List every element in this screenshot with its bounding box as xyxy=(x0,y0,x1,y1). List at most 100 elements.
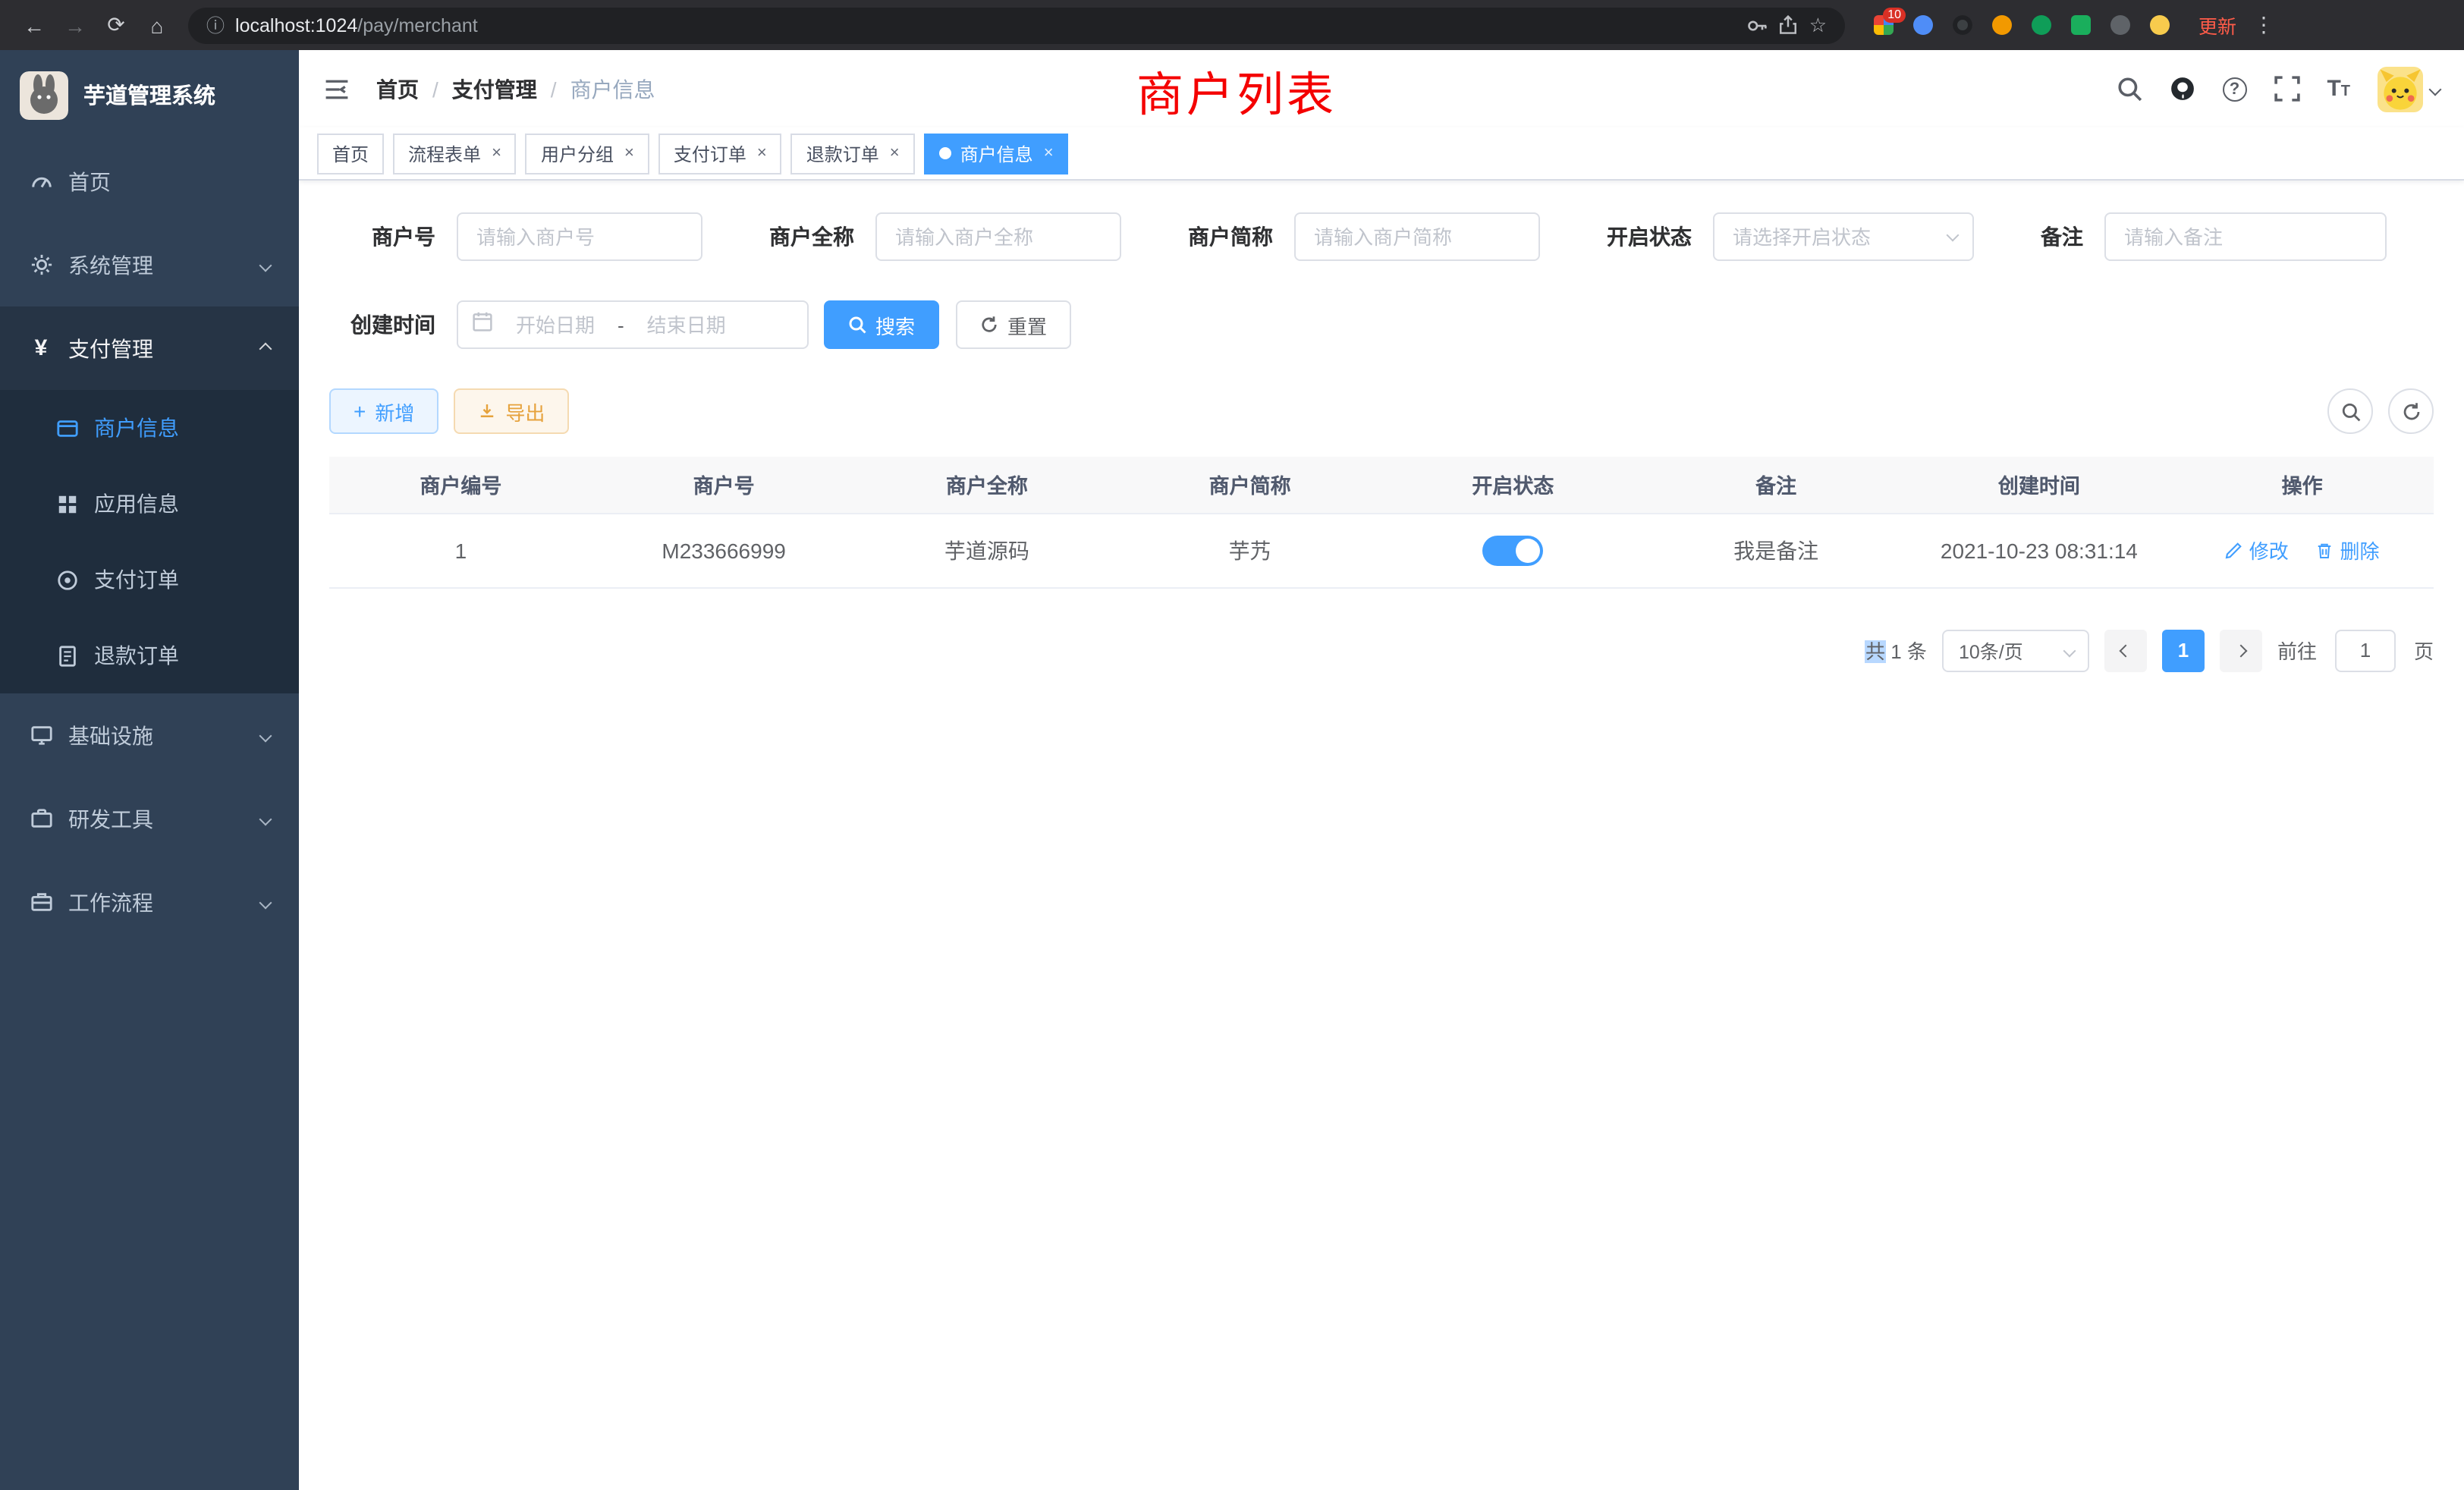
tab-pay-orders[interactable]: 支付订单× xyxy=(658,133,782,174)
add-button-label: 新增 xyxy=(375,397,414,426)
refresh-button[interactable] xyxy=(2388,388,2434,434)
share-icon[interactable] xyxy=(1779,15,1799,35)
toggle-search-button[interactable] xyxy=(2327,388,2373,434)
sidebar-item-label: 系统管理 xyxy=(68,250,153,280)
start-date-input[interactable] xyxy=(501,313,610,336)
edit-button[interactable]: 修改 xyxy=(2225,536,2289,564)
short-name-input[interactable] xyxy=(1294,212,1540,261)
dashboard-icon xyxy=(29,169,53,193)
chevron-down-icon xyxy=(2063,644,2076,657)
page-size-select[interactable]: 10条/页 xyxy=(1942,629,2089,671)
extension-grid-icon[interactable]: 10 xyxy=(1871,13,1895,37)
sidebar-item-refund-orders[interactable]: 退款订单 xyxy=(0,618,299,693)
tab-close-icon[interactable]: × xyxy=(890,144,900,162)
extension-icon[interactable] xyxy=(2107,13,2132,37)
search-button-label: 搜索 xyxy=(875,310,915,339)
status-toggle[interactable] xyxy=(1482,535,1543,565)
tab-home[interactable]: 首页 xyxy=(317,133,384,174)
sidebar-item-app-info[interactable]: 应用信息 xyxy=(0,466,299,542)
card-icon xyxy=(55,416,79,440)
tags-view-bar: 首页 流程表单× 用户分组× 支付订单× 退款订单× 商户信息× xyxy=(299,127,2464,181)
tab-close-icon[interactable]: × xyxy=(1044,144,1054,162)
sidebar-item-home[interactable]: 首页 xyxy=(0,140,299,223)
extension-icon[interactable] xyxy=(2029,13,2053,37)
key-icon[interactable] xyxy=(1747,14,1768,36)
reset-button[interactable]: 重置 xyxy=(956,300,1071,349)
sidebar-item-workflow[interactable]: 工作流程 xyxy=(0,860,299,944)
column-header-remark: 备注 xyxy=(1645,457,1908,513)
search-icon[interactable] xyxy=(2116,76,2142,102)
status-select[interactable] xyxy=(1713,212,1974,261)
bookmark-star-icon[interactable]: ☆ xyxy=(1809,13,1827,37)
page-unit-label: 页 xyxy=(2414,636,2434,665)
url-text: localhost:1024/pay/merchant xyxy=(235,14,478,36)
sidebar-item-pay-orders[interactable]: 支付订单 xyxy=(0,542,299,618)
extension-icon[interactable] xyxy=(2147,13,2171,37)
table-row: 1 M233666999 芋道源码 芋艿 我是备注 2021-10-23 08:… xyxy=(329,513,2434,587)
tab-close-icon[interactable]: × xyxy=(624,144,634,162)
tab-process-form[interactable]: 流程表单× xyxy=(393,133,517,174)
extension-icon[interactable] xyxy=(2068,13,2092,37)
tab-label: 首页 xyxy=(332,140,369,166)
goto-page-input[interactable] xyxy=(2335,629,2396,671)
merchant-no-input[interactable] xyxy=(457,212,702,261)
font-size-icon[interactable]: TT xyxy=(2327,77,2350,100)
breadcrumb-home[interactable]: 首页 xyxy=(376,74,419,104)
column-header-short-name: 商户简称 xyxy=(1118,457,1381,513)
home-icon[interactable]: ⌂ xyxy=(138,6,176,44)
page-button-1[interactable]: 1 xyxy=(2162,629,2205,671)
browser-menu-icon[interactable]: ⋮ xyxy=(2253,12,2274,38)
filter-create-time: 创建时间 - xyxy=(329,300,809,349)
export-button[interactable]: 导出 xyxy=(454,388,569,434)
extension-icon[interactable] xyxy=(1989,13,2013,37)
full-name-input[interactable] xyxy=(875,212,1121,261)
gear-icon xyxy=(29,253,53,277)
remark-input[interactable] xyxy=(2104,212,2387,261)
sidebar-item-infrastructure[interactable]: 基础设施 xyxy=(0,693,299,777)
filter-row-2: 创建时间 - 搜索 重置 xyxy=(329,300,2434,349)
tab-refund-orders[interactable]: 退款订单× xyxy=(791,133,915,174)
chrome-update-button[interactable]: 更新 xyxy=(2198,11,2236,39)
tab-merchant-info[interactable]: 商户信息× xyxy=(924,133,1069,174)
sidebar-item-merchant-info[interactable]: 商户信息 xyxy=(0,390,299,466)
filter-row-1: 商户号 商户全称 商户简称 开启状态 xyxy=(329,212,2434,261)
help-icon[interactable]: ? xyxy=(2222,77,2246,101)
github-icon[interactable] xyxy=(2169,76,2195,102)
delete-button[interactable]: 删除 xyxy=(2316,536,2380,564)
address-bar[interactable]: ⓘ localhost:1024/pay/merchant ☆ xyxy=(188,7,1845,43)
end-date-input[interactable] xyxy=(632,313,741,336)
site-info-icon[interactable]: ⓘ xyxy=(206,12,225,38)
breadcrumb-payment[interactable]: 支付管理 xyxy=(452,74,537,104)
column-header-id: 商户编号 xyxy=(329,457,592,513)
forward-icon[interactable]: → xyxy=(56,6,94,44)
next-page-button[interactable] xyxy=(2220,629,2262,671)
back-icon[interactable]: ← xyxy=(15,6,53,44)
sidebar-item-payment[interactable]: ¥ 支付管理 xyxy=(0,306,299,390)
app-logo[interactable]: 芋道管理系统 xyxy=(0,50,299,140)
user-avatar[interactable] xyxy=(2378,66,2440,112)
date-range-picker[interactable]: - xyxy=(457,300,809,349)
toolbar-right xyxy=(2327,388,2434,434)
sidebar-item-devtools[interactable]: 研发工具 xyxy=(0,777,299,860)
extension-icon[interactable] xyxy=(1910,13,1934,37)
field-label: 商户简称 xyxy=(1188,222,1273,252)
reload-icon[interactable]: ⟳ xyxy=(97,6,135,44)
tab-close-icon[interactable]: × xyxy=(492,144,501,162)
prev-page-button[interactable] xyxy=(2104,629,2147,671)
sidebar-item-system[interactable]: 系统管理 xyxy=(0,223,299,306)
menu-fold-icon[interactable] xyxy=(323,75,350,102)
tab-close-icon[interactable]: × xyxy=(757,144,767,162)
extension-icon[interactable] xyxy=(1950,13,1974,37)
export-button-label: 导出 xyxy=(505,397,545,426)
tab-user-group[interactable]: 用户分组× xyxy=(526,133,649,174)
page-header: 首页 / 支付管理 / 商户信息 ? TT xyxy=(299,50,2464,127)
page-size-value: 10条/页 xyxy=(1959,636,2023,665)
sidebar-item-label: 商户信息 xyxy=(94,413,179,443)
field-label: 备注 xyxy=(2041,222,2083,252)
sidebar-item-label: 首页 xyxy=(68,166,111,196)
search-button[interactable]: 搜索 xyxy=(824,300,939,349)
breadcrumb: 首页 / 支付管理 / 商户信息 xyxy=(376,74,655,104)
add-button[interactable]: + 新增 xyxy=(329,388,438,434)
sidebar-item-label: 支付订单 xyxy=(94,564,179,595)
fullscreen-icon[interactable] xyxy=(2274,76,2299,102)
